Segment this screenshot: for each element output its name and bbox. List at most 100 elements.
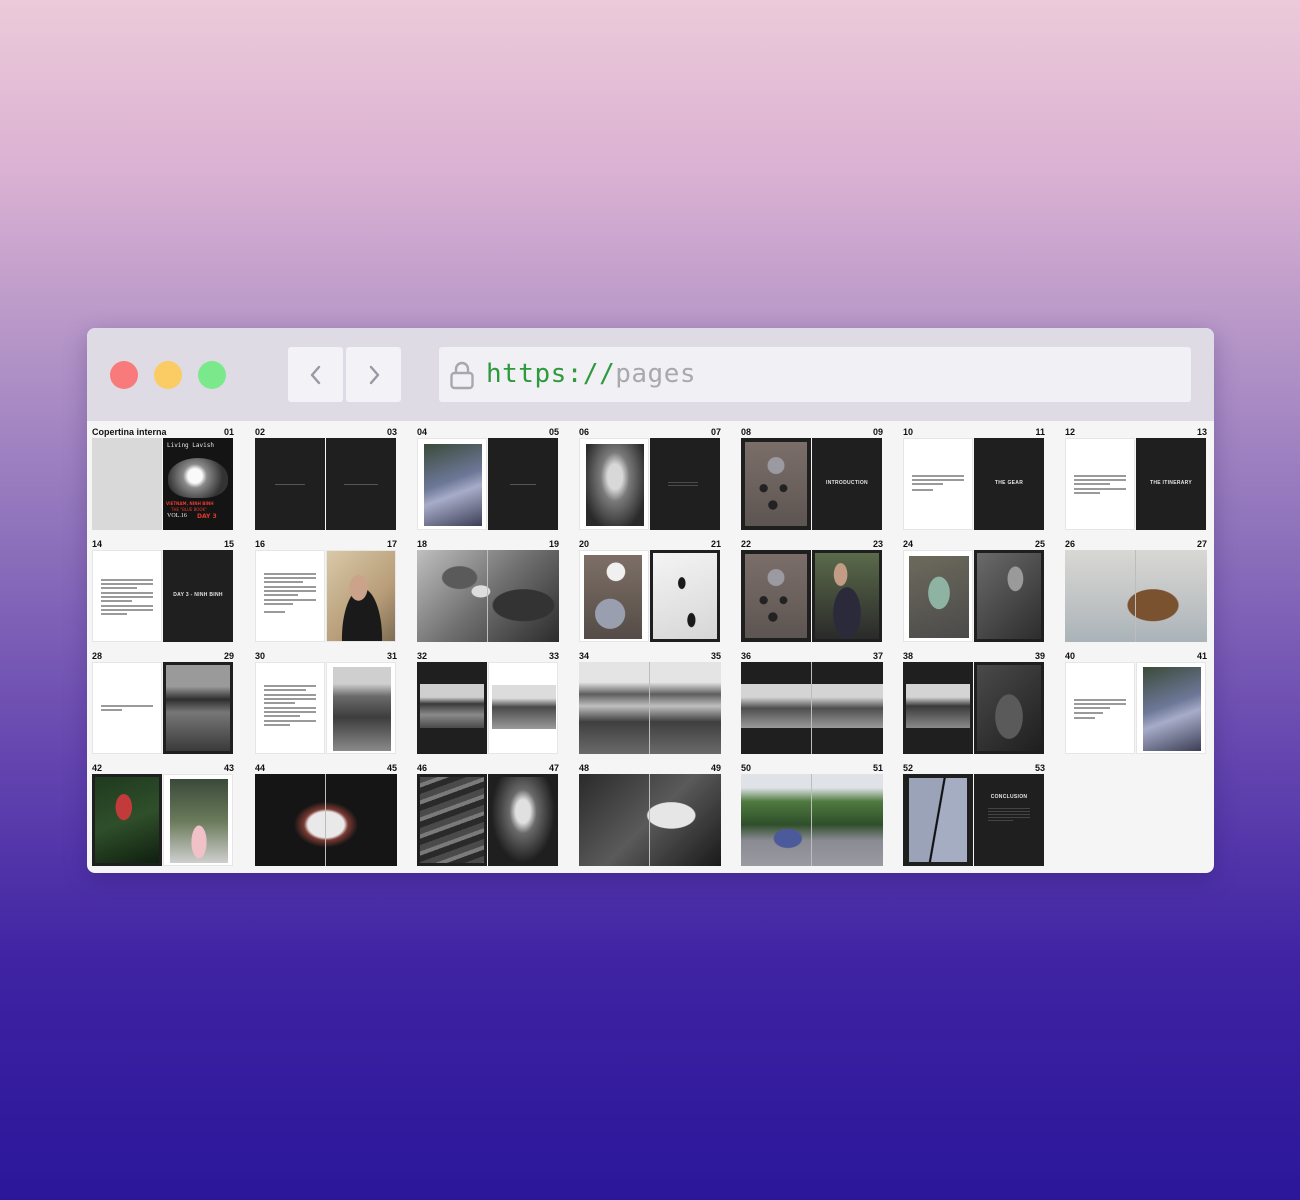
- spread-34-35[interactable]: 34 35: [579, 645, 721, 754]
- page-number-left: 42: [92, 763, 103, 773]
- spread-24-25[interactable]: 24 25: [903, 533, 1045, 642]
- page-thumbnail: [255, 774, 397, 866]
- page-thumbnail: [326, 662, 396, 754]
- spread-14-15[interactable]: 14 15 DAY 3 - NINH BINH: [92, 533, 234, 642]
- page-number-right: 23: [872, 539, 883, 549]
- page-number-right: 39: [1034, 651, 1045, 661]
- page-thumbnail: [92, 662, 162, 754]
- page-number-left: 16: [255, 539, 266, 549]
- page-number-right: 27: [1196, 539, 1207, 549]
- page-number-right: 53: [1034, 763, 1045, 773]
- page-thumbnail: [903, 662, 973, 754]
- spread-10-11[interactable]: 10 11 THE GEAR: [903, 421, 1045, 530]
- page-thumbnail: THE GEAR: [974, 438, 1044, 530]
- page-thumbnail: [92, 774, 162, 866]
- page-thumbnail: [417, 662, 487, 754]
- page-thumbnail: [417, 774, 487, 866]
- page-number-left: 18: [417, 539, 428, 549]
- page-thumbnail: [903, 550, 973, 642]
- spread-36-37[interactable]: 36 37: [741, 645, 883, 754]
- browser-window: https://pages Copertina interna 01 Livin…: [87, 328, 1214, 873]
- chevron-right-icon: [369, 365, 379, 384]
- address-bar[interactable]: https://pages: [439, 347, 1191, 402]
- page-thumbnail: Living Lavish VIETNAM, NINH BINH THE "BL…: [163, 438, 233, 530]
- spread-04-05[interactable]: 04 05: [417, 421, 559, 530]
- page-number-right: 29: [223, 651, 234, 661]
- page-number-right: 01: [223, 427, 234, 437]
- url-path: pages: [615, 359, 697, 389]
- spread-16-17[interactable]: 16 17: [255, 533, 397, 642]
- page-thumbnail: [417, 438, 487, 530]
- page-number-right: 21: [710, 539, 721, 549]
- page-number-right: 09: [872, 427, 883, 437]
- page-thumbnail: [741, 550, 811, 642]
- spread-cover-01[interactable]: Copertina interna 01 Living Lavish VIETN…: [92, 421, 234, 530]
- page-thumbnail: DAY 3 - NINH BINH: [163, 550, 233, 642]
- page-number-left: 22: [741, 539, 752, 549]
- page-thumbnail: [974, 550, 1044, 642]
- spread-42-43[interactable]: 42 43: [92, 757, 234, 866]
- minimize-button[interactable]: [154, 361, 182, 389]
- page-number-right: 31: [386, 651, 397, 661]
- page-number-right: 19: [548, 539, 559, 549]
- spread-40-41[interactable]: 40 41: [1065, 645, 1207, 754]
- page-number-right: 41: [1196, 651, 1207, 661]
- spread-26-27[interactable]: 26 27: [1065, 533, 1207, 642]
- maximize-button[interactable]: [198, 361, 226, 389]
- page-number-right: 15: [223, 539, 234, 549]
- spread-20-21[interactable]: 20 21: [579, 533, 721, 642]
- page-thumbnail: [163, 774, 233, 866]
- page-number-left: 40: [1065, 651, 1076, 661]
- page-thumbnail: CONCLUSION: [974, 774, 1044, 866]
- spread-02-03[interactable]: 02 03: [255, 421, 397, 530]
- spread-28-29[interactable]: 28 29: [92, 645, 234, 754]
- page-number-right: 05: [548, 427, 559, 437]
- spread-06-07[interactable]: 06 07: [579, 421, 721, 530]
- spread-22-23[interactable]: 22 23: [741, 533, 883, 642]
- back-button[interactable]: [288, 347, 343, 402]
- spread-46-47[interactable]: 46 47: [417, 757, 559, 866]
- page-number-right: 47: [548, 763, 559, 773]
- spread-48-49[interactable]: 48 49: [579, 757, 721, 866]
- page-number-left: 32: [417, 651, 428, 661]
- page-number-left: 26: [1065, 539, 1076, 549]
- page-thumbnail: [92, 550, 162, 642]
- page-number-right: 07: [710, 427, 721, 437]
- page-thumbnail: [326, 438, 396, 530]
- page-thumbnail: [579, 774, 721, 866]
- spread-52-53[interactable]: 52 53 CONCLUSION: [903, 757, 1045, 866]
- spread-50-51[interactable]: 50 51: [741, 757, 883, 866]
- page-number-right: 25: [1034, 539, 1045, 549]
- spread-44-45[interactable]: 44 45: [255, 757, 397, 866]
- page-thumbnail: [650, 438, 720, 530]
- page-title: INTRODUCTION: [826, 480, 868, 486]
- cover-book: THE "BLUE BOOK": [171, 507, 208, 512]
- page-thumbnail: [488, 774, 558, 866]
- spread-18-19[interactable]: 18 19: [417, 533, 559, 642]
- page-thumbnail: [812, 550, 882, 642]
- page-thumbnail: [488, 438, 558, 530]
- cover-subtitle: VIETNAM, NINH BINH: [166, 501, 214, 506]
- page-number-left: 08: [741, 427, 752, 437]
- spread-38-39[interactable]: 38 39: [903, 645, 1045, 754]
- spread-32-33[interactable]: 32 33: [417, 645, 559, 754]
- page-number-right: 35: [710, 651, 721, 661]
- page-thumbnail: [255, 550, 325, 642]
- page-number-right: 11: [1035, 427, 1045, 437]
- page-number-right: 51: [872, 763, 883, 773]
- spread-08-09[interactable]: 08 09 INTRODUCTION: [741, 421, 883, 530]
- page-thumbnail: [163, 662, 233, 754]
- spread-gutter: [325, 774, 326, 866]
- forward-button[interactable]: [346, 347, 401, 402]
- page-thumbnail: THE ITINERARY: [1136, 438, 1206, 530]
- spread-12-13[interactable]: 12 13 THE ITINERARY: [1065, 421, 1207, 530]
- chevron-left-icon: [310, 365, 320, 384]
- page-number-left: 14: [92, 539, 103, 549]
- close-button[interactable]: [110, 361, 138, 389]
- spread-gutter: [487, 550, 488, 642]
- page-number-left: Copertina interna: [92, 427, 167, 437]
- page-number-right: 49: [710, 763, 721, 773]
- spread-30-31[interactable]: 30 31: [255, 645, 397, 754]
- cover-title: Living Lavish: [167, 442, 214, 449]
- page-number-left: 34: [579, 651, 590, 661]
